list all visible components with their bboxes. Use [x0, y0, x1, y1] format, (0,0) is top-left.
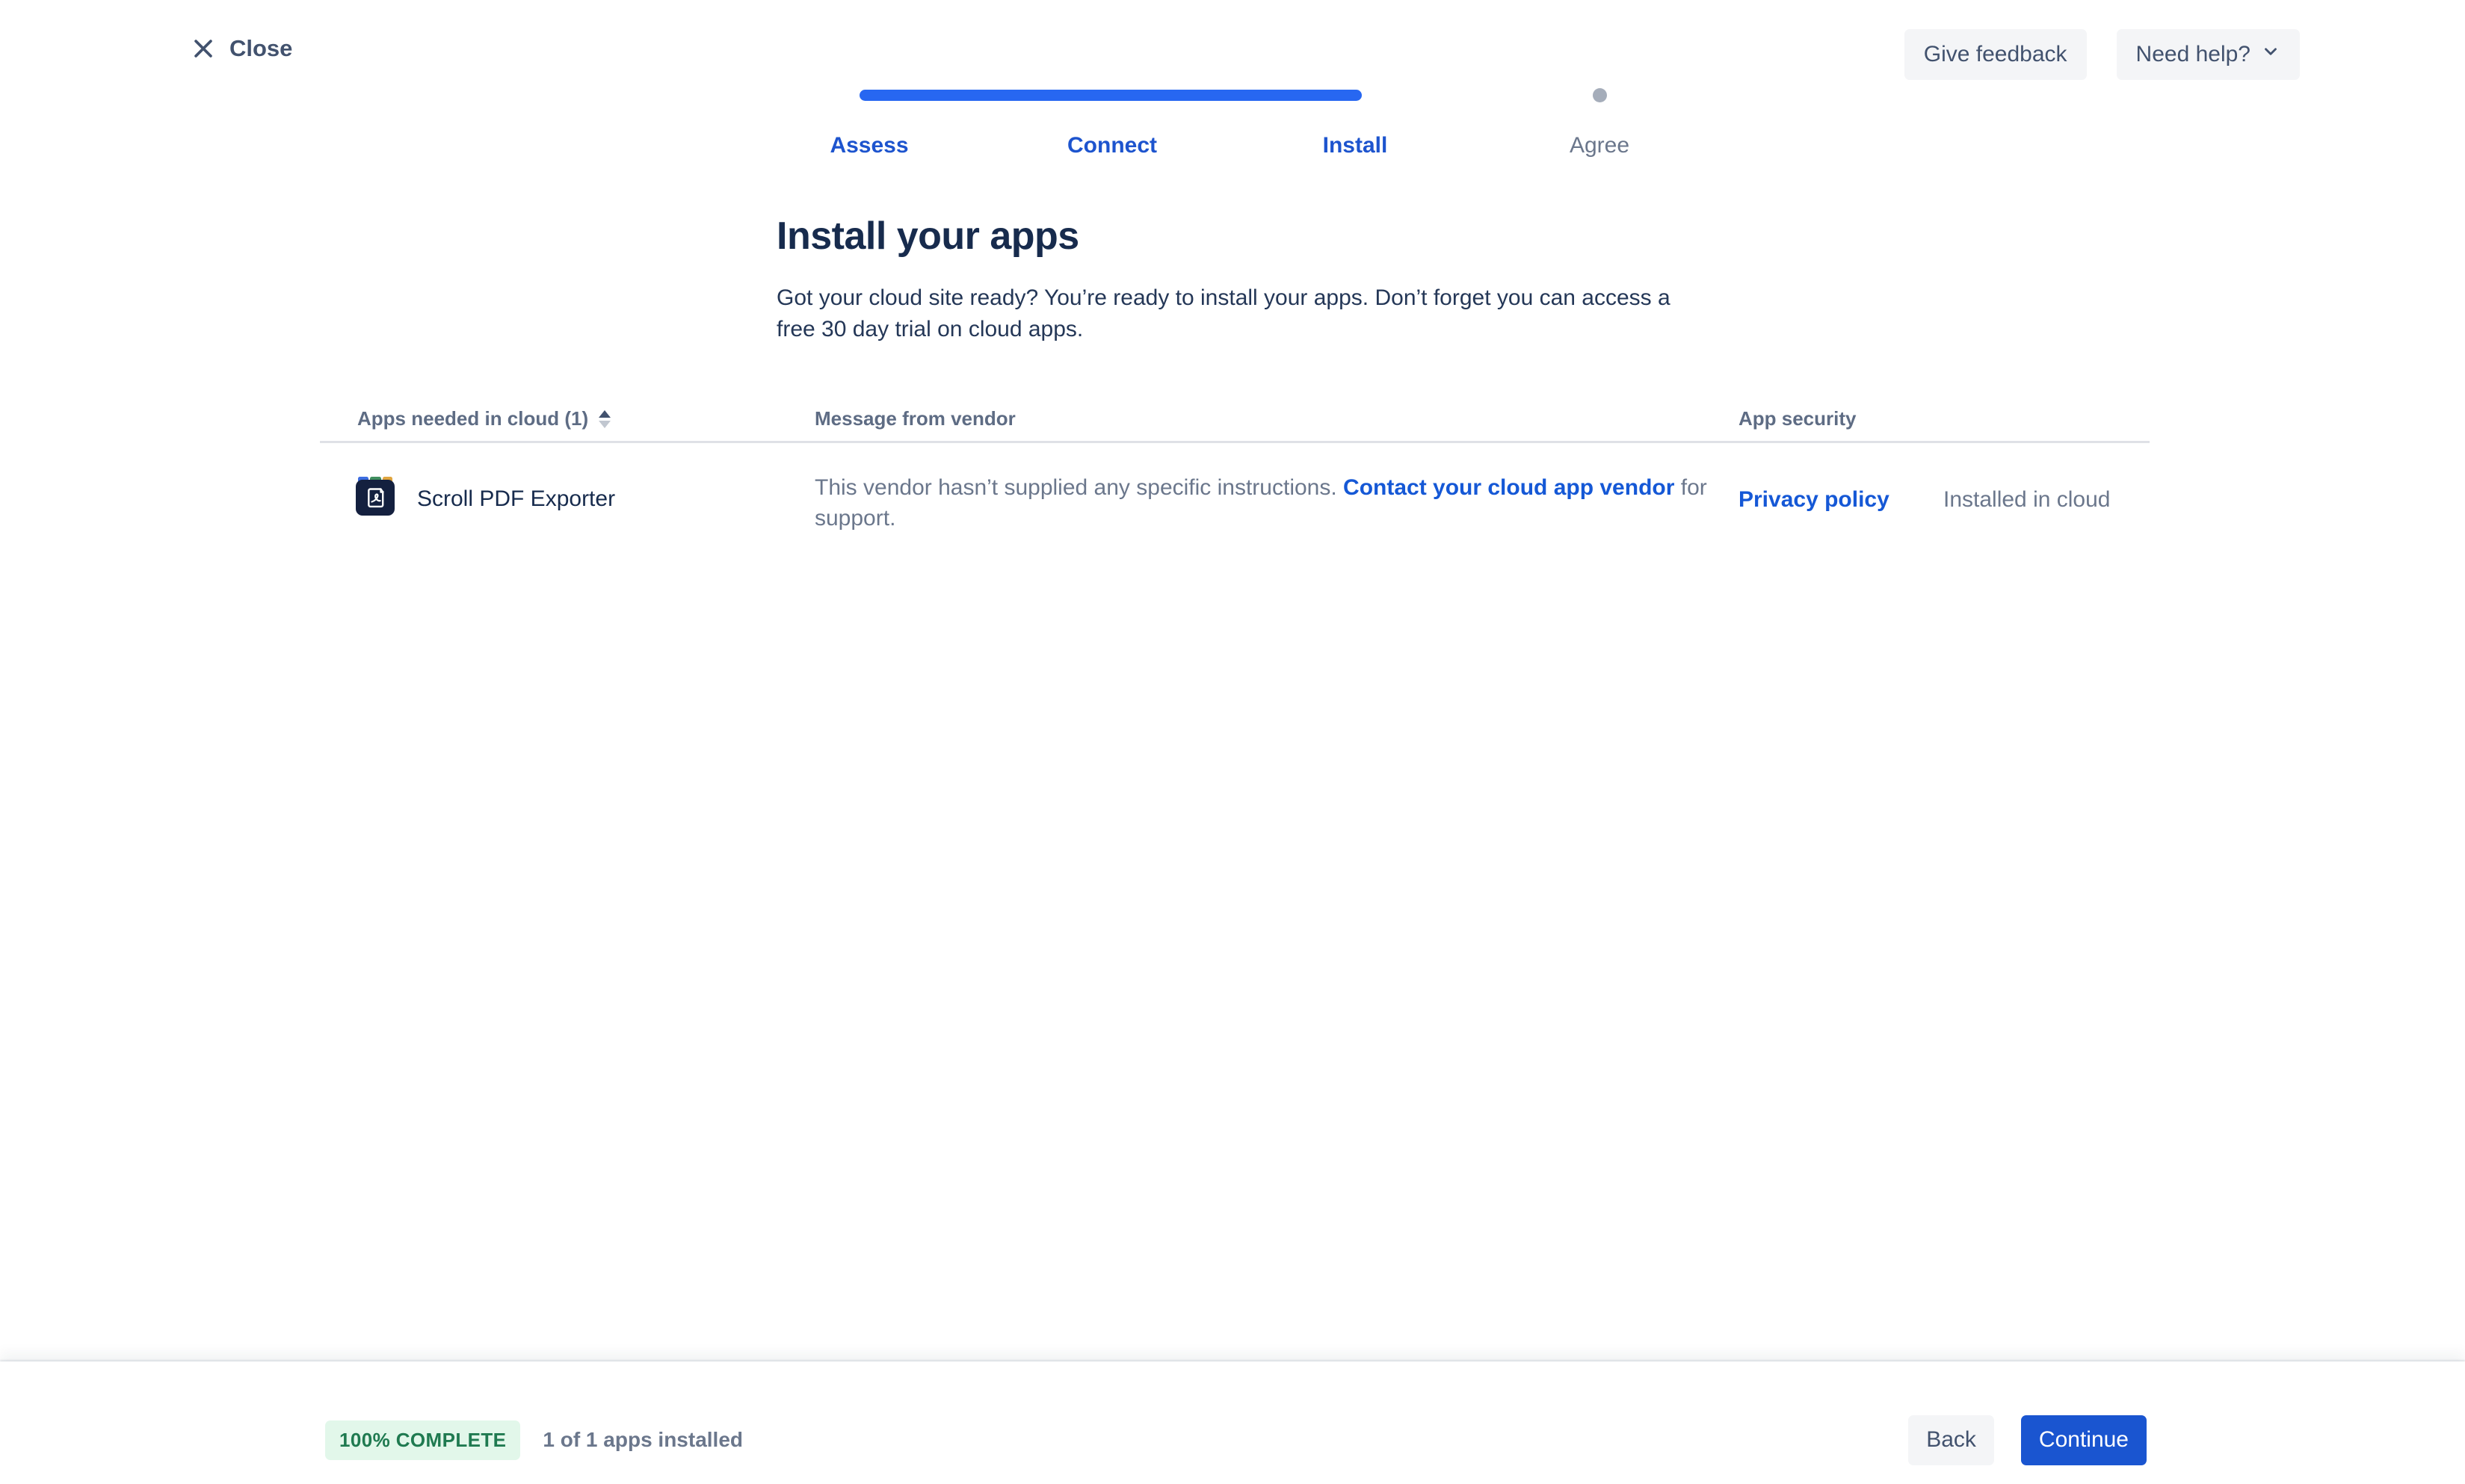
- back-button[interactable]: Back: [1908, 1415, 1994, 1465]
- step-label-connect: Connect: [1067, 133, 1157, 158]
- need-help-button[interactable]: Need help?: [2117, 29, 2300, 80]
- sort-ascending-icon: [599, 410, 611, 428]
- give-feedback-button[interactable]: Give feedback: [1904, 29, 2087, 80]
- close-button[interactable]: Close: [191, 35, 292, 62]
- app-name: Scroll PDF Exporter: [417, 486, 615, 512]
- privacy-policy-link[interactable]: Privacy policy: [1739, 487, 1889, 513]
- header-actions: Give feedback Need help?: [1904, 29, 2300, 80]
- progress-dot-upcoming: [1593, 88, 1607, 102]
- progress-tracker: Assess Connect Install Agree: [860, 90, 1652, 179]
- vendor-message: This vendor hasn’t supplied any specific…: [815, 472, 1708, 534]
- progress-bar-completed: [860, 90, 1362, 101]
- column-header-vendor-message: Message from vendor: [815, 407, 1016, 430]
- apps-installed-count: 1 of 1 apps installed: [543, 1428, 743, 1452]
- contact-vendor-link[interactable]: Contact your cloud app vendor: [1343, 475, 1674, 500]
- table-header-divider: [320, 441, 2150, 443]
- give-feedback-label: Give feedback: [1924, 42, 2067, 67]
- chevron-down-icon: [2261, 42, 2280, 67]
- completion-badge: 100% COMPLETE: [325, 1420, 520, 1460]
- vendor-message-prefix: This vendor hasn’t supplied any specific…: [815, 475, 1343, 500]
- continue-button[interactable]: Continue: [2021, 1415, 2147, 1465]
- pdf-app-icon: [356, 477, 395, 516]
- close-label: Close: [229, 35, 292, 62]
- page-title: Install your apps: [777, 214, 1079, 259]
- step-label-assess: Assess: [830, 133, 908, 158]
- footer-bar: 100% COMPLETE 1 of 1 apps installed Back…: [0, 1361, 2465, 1484]
- need-help-label: Need help?: [2136, 42, 2250, 67]
- close-icon: [191, 36, 216, 61]
- step-label-agree: Agree: [1570, 133, 1629, 158]
- app-install-status: Installed in cloud: [1943, 487, 2110, 513]
- page-description: Got your cloud site ready? You’re ready …: [777, 282, 1700, 345]
- column-header-app-security: App security: [1739, 407, 1857, 430]
- step-label-install: Install: [1323, 133, 1388, 158]
- column-header-apps-needed[interactable]: Apps needed in cloud (1): [357, 407, 611, 430]
